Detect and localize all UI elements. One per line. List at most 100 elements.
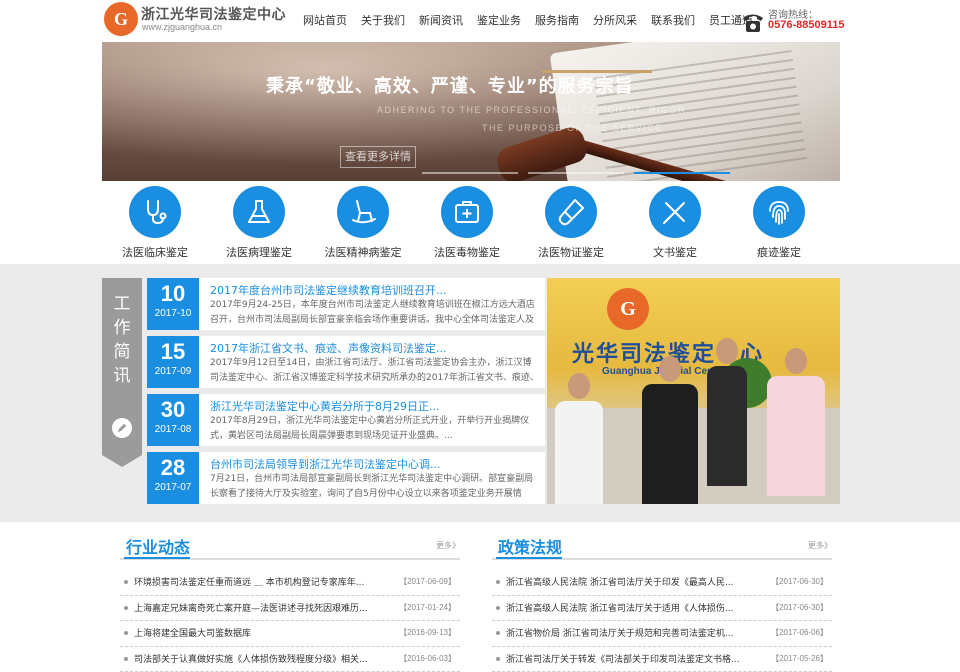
hotline-number: 0576-88509115 [768, 19, 844, 31]
news-date: 15 2017-09 [147, 336, 199, 388]
list-item[interactable]: 浙江省物价局 浙江省司法厅关于规范和完善司法鉴定机... 【2017-06-06… [492, 621, 832, 647]
service-document[interactable]: 文书鉴定 [623, 186, 727, 260]
list-item-date: 【2016-09-13】 [399, 627, 456, 638]
list-item-text[interactable]: 浙江省物价局 浙江省司法厅关于规范和完善司法鉴定机... [506, 626, 746, 639]
news-title[interactable]: 台州市司法局领导到浙江光华司法鉴定中心调... [210, 456, 540, 472]
site-title[interactable]: 浙江光华司法鉴定中心 [141, 4, 286, 24]
news-day: 15 [147, 339, 199, 365]
news-summary: 2017年9月24-25日，本年度台州市司法鉴定人继续教育培训班在椒江方远大酒店… [210, 298, 540, 328]
site-header: G 浙江光华司法鉴定中心 www.zjguanghua.cn 网站首页 关于我们… [0, 0, 960, 42]
medical-kit-icon [452, 197, 482, 227]
list-item[interactable]: 浙江省高级人民法院 浙江省司法厅关于适用《人体损伤... 【2017-06-30… [492, 596, 832, 622]
nav-services[interactable]: 鉴定业务 [470, 12, 528, 28]
list-item-text[interactable]: 上海嘉定兄妹离奇死亡案开庭—法医讲述寻找死因艰难历... [134, 601, 374, 614]
more-link[interactable]: 更多》 [808, 540, 832, 551]
news-year-month: 2017-08 [147, 423, 199, 437]
news-item[interactable]: 15 2017-09 2017年浙江省文书、痕迹、声像资料司法鉴定... 201… [147, 336, 545, 388]
service-label: 法医病理鉴定 [207, 244, 311, 260]
list-item[interactable]: 司法部关于认真做好实施《人体损伤致残程度分级》相关... 【2016-06-03… [120, 647, 460, 672]
service-pathology[interactable]: 法医病理鉴定 [207, 186, 311, 260]
service-psychiatric[interactable]: 法医精神病鉴定 [311, 186, 415, 260]
list-item-date: 【2017-06-30】 [771, 576, 828, 587]
bullet-icon [496, 631, 500, 635]
list-item-text[interactable]: 浙江省司法厅关于转发《司法部关于印发司法鉴定文书格... [506, 652, 746, 665]
nav-news[interactable]: 新闻资讯 [412, 12, 470, 28]
list-item-date: 【2017-06-09】 [399, 576, 456, 587]
person-figure [767, 348, 825, 496]
list-item[interactable]: 环境损害司法鉴定任重而道远 ＿ 本市机构登记专家库年... 【2017-06-0… [120, 570, 460, 596]
list-item[interactable]: 浙江省高级人民法院 浙江省司法厅关于印发《最高人民... 【2017-06-30… [492, 570, 832, 596]
list-item-text[interactable]: 司法部关于认真做好实施《人体损伤致残程度分级》相关... [134, 652, 374, 665]
stethoscope-icon [140, 197, 170, 227]
nav-branches[interactable]: 分所风采 [586, 12, 644, 28]
news-title[interactable]: 2017年度台州市司法鉴定继续教育培训班召开... [210, 282, 540, 298]
list-item-date: 【2016-06-03】 [399, 653, 456, 664]
more-link[interactable]: 更多》 [436, 540, 460, 551]
slide-dot-1[interactable] [422, 172, 518, 174]
service-label: 法医精神病鉴定 [311, 244, 415, 260]
flask-icon [244, 197, 274, 227]
bullet-icon [496, 606, 500, 610]
list-item[interactable]: 浙江省司法厅关于转发《司法部关于印发司法鉴定文书格... 【2017-05-26… [492, 647, 832, 672]
banner-subtitle-2: THE PURPOSE OF THE SERVICE [482, 123, 663, 133]
nav-about[interactable]: 关于我们 [354, 12, 412, 28]
test-tube-icon [556, 197, 586, 227]
nav-contact[interactable]: 联系我们 [644, 12, 702, 28]
service-trace[interactable]: 痕迹鉴定 [727, 186, 831, 260]
news-photo[interactable]: G 光华司法鉴定中心 Guanghua Judicial Center [547, 278, 840, 504]
news-item[interactable]: 10 2017-10 2017年度台州市司法鉴定继续教育培训班召开... 201… [147, 278, 545, 330]
service-label: 痕迹鉴定 [727, 244, 831, 260]
banner-more-button[interactable]: 查看更多详情 [340, 146, 416, 168]
list-item-text[interactable]: 浙江省高级人民法院 浙江省司法厅关于印发《最高人民... [506, 575, 746, 588]
site-url: www.zjguanghua.cn [142, 22, 222, 32]
news-day: 30 [147, 397, 199, 423]
logo[interactable]: G [104, 2, 138, 36]
photo-sign-logo: G [607, 288, 649, 330]
policy-section: 政策法规 更多》 浙江省高级人民法院 浙江省司法厅关于印发《最高人民... 【2… [492, 534, 832, 672]
list-item[interactable]: 上海将建全国最大司鉴数据库 【2016-09-13】 [120, 621, 460, 647]
list-item-date: 【2017-06-06】 [771, 627, 828, 638]
bullet-icon [496, 657, 500, 661]
slide-dot-3[interactable] [634, 172, 730, 174]
hero-banner[interactable]: 秉承“敬业、高效、严谨、专业”的服务宗旨 ADHERING TO THE PRO… [102, 42, 840, 181]
news-year-month: 2017-09 [147, 365, 199, 379]
person-figure [707, 338, 747, 486]
news-summary: 2017年8月29日，浙江光华司法鉴定中心黄岩分所正式开业，开举行开业揭牌仪式，… [210, 414, 540, 444]
service-toxicology[interactable]: 法医毒物鉴定 [415, 186, 519, 260]
banner-slogan: 秉承“敬业、高效、严谨、专业”的服务宗旨 [266, 72, 634, 98]
news-item[interactable]: 30 2017-08 浙江光华司法鉴定中心黄岩分所于8月29日正... 2017… [147, 394, 545, 446]
telephone-icon [740, 9, 766, 35]
news-day: 28 [147, 455, 199, 481]
news-title[interactable]: 2017年浙江省文书、痕迹、声像资料司法鉴定... [210, 340, 540, 356]
list-item-date: 【2017-01-24】 [399, 602, 456, 613]
service-label: 法医临床鉴定 [103, 244, 207, 260]
bullet-icon [496, 580, 500, 584]
news-year-month: 2017-07 [147, 481, 199, 495]
services-row: 法医临床鉴定 法医病理鉴定 法医精神病鉴定 法医毒物 [102, 186, 840, 262]
list-item-text[interactable]: 浙江省高级人民法院 浙江省司法厅关于适用《人体损伤... [506, 601, 746, 614]
slide-indicators [422, 172, 730, 174]
section-title: 行业动态 [126, 534, 190, 558]
service-label: 法医物证鉴定 [519, 244, 623, 260]
news-item[interactable]: 28 2017-07 台州市司法局领导到浙江光华司法鉴定中心调... 7月21日… [147, 452, 545, 504]
service-clinical[interactable]: 法医临床鉴定 [103, 186, 207, 260]
section-title: 政策法规 [498, 534, 562, 558]
news-date: 28 2017-07 [147, 452, 199, 504]
list-item[interactable]: 上海嘉定兄妹离奇死亡案开庭—法医讲述寻找死因艰难历... 【2017-01-24… [120, 596, 460, 622]
list-item-date: 【2017-05-26】 [771, 653, 828, 664]
industry-news-list: 环境损害司法鉴定任重而道远 ＿ 本市机构登记专家库年... 【2017-06-0… [120, 570, 460, 672]
slide-dot-2[interactable] [528, 172, 624, 174]
list-item-text[interactable]: 环境损害司法鉴定任重而道远 ＿ 本市机构登记专家库年... [134, 575, 374, 588]
news-date: 30 2017-08 [147, 394, 199, 446]
main-nav: 网站首页 关于我们 新闻资讯 鉴定业务 服务指南 分所风采 联系我们 员工通道 [296, 12, 760, 28]
banner-subtitle-1: ADHERING TO THE PROFESSIONAL, EFFICIENT,… [377, 105, 686, 115]
news-title[interactable]: 浙江光华司法鉴定中心黄岩分所于8月29日正... [210, 398, 540, 414]
work-news-tag: 工作简讯 [102, 278, 142, 455]
news-year-month: 2017-10 [147, 307, 199, 321]
news-summary: 7月21日，台州市司法局部宣豪副局长到浙江光华司法鉴定中心调研。部宣豪副局长察看… [210, 472, 540, 502]
nav-guide[interactable]: 服务指南 [528, 12, 586, 28]
news-summary: 2017年9月12日至14日，由浙江省司法厅、浙江省司法鉴定协会主办，浙江汉博司… [210, 356, 540, 386]
service-physical-evidence[interactable]: 法医物证鉴定 [519, 186, 623, 260]
nav-home[interactable]: 网站首页 [296, 12, 354, 28]
list-item-text[interactable]: 上海将建全国最大司鉴数据库 [134, 626, 374, 639]
